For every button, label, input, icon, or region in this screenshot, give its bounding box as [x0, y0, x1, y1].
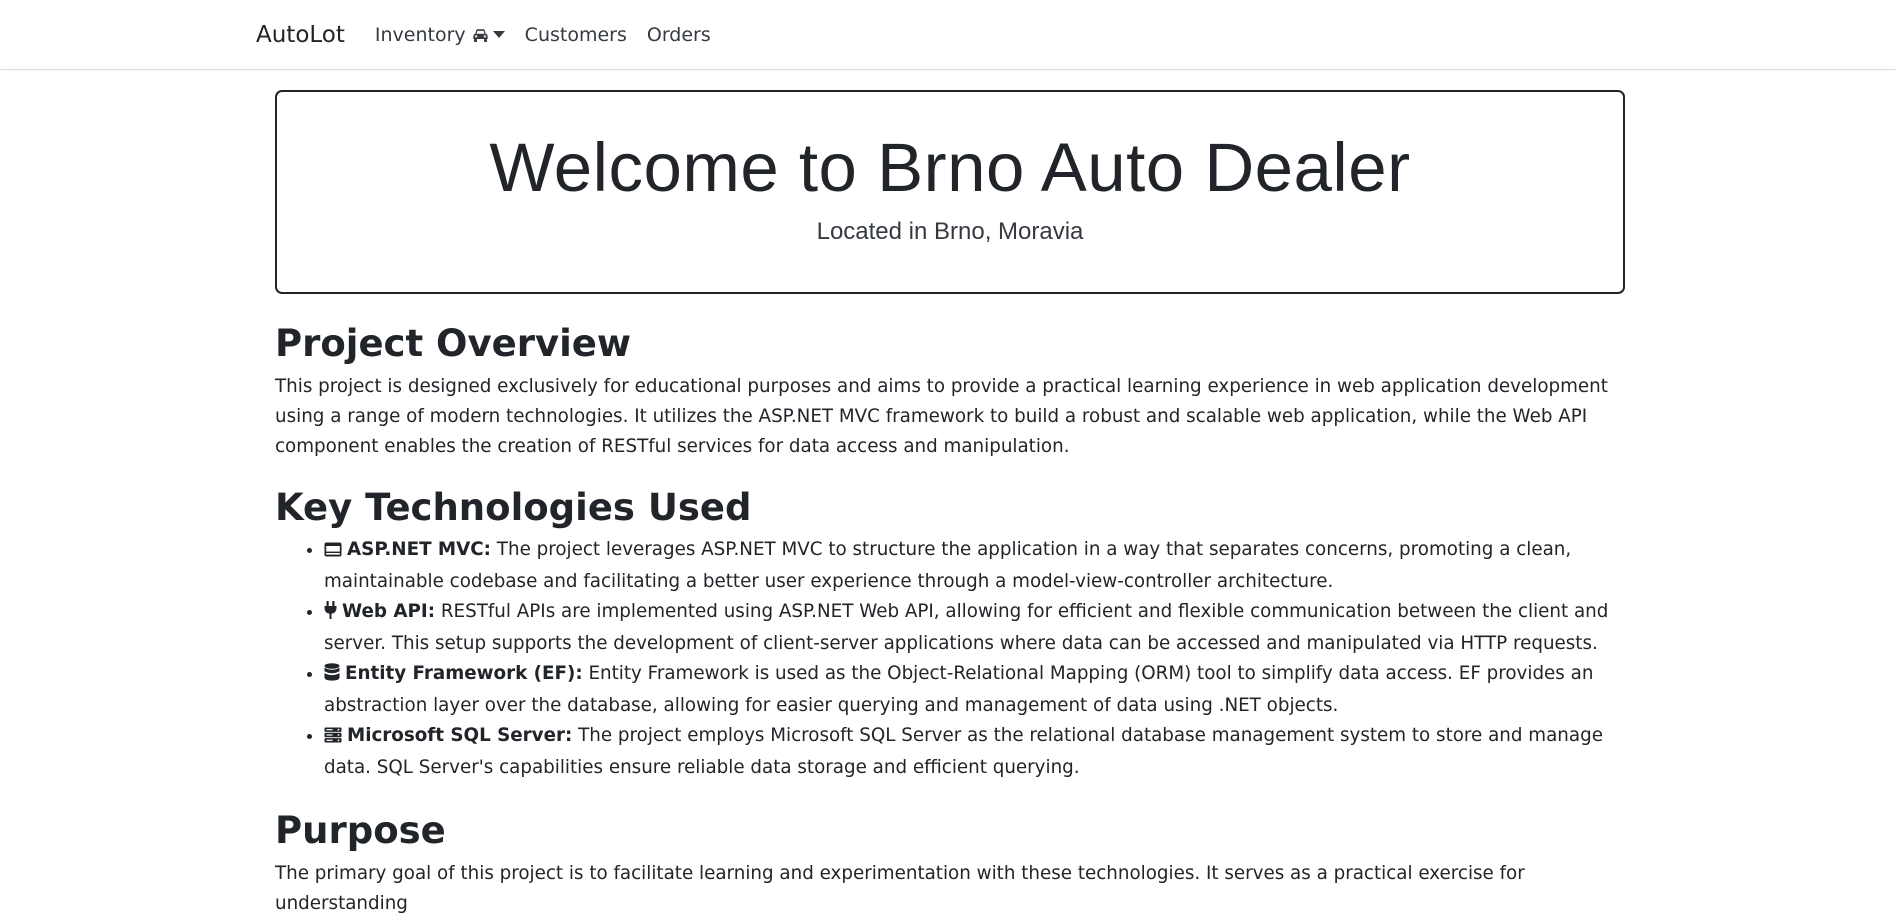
list-item-sql-server: Microsoft SQL Server: The project employ…	[324, 721, 1625, 783]
car-icon	[472, 28, 489, 43]
tech-description: The project leverages ASP.NET MVC to str…	[324, 539, 1572, 592]
plug-icon	[324, 599, 337, 629]
database-icon	[324, 661, 340, 691]
list-item-aspnet-mvc: ASP.NET MVC: The project leverages ASP.N…	[324, 535, 1625, 597]
tech-title: Entity Framework (EF):	[345, 663, 583, 684]
chevron-down-icon	[492, 30, 505, 38]
purpose-text: The primary goal of this project is to f…	[275, 863, 1525, 914]
window-icon	[324, 537, 342, 567]
hero-banner: Welcome to Brno Auto Dealer Located in B…	[275, 90, 1625, 294]
top-navbar: AutoLot Inventory Customers Orders	[0, 0, 1896, 70]
nav-item-orders[interactable]: Orders	[647, 24, 711, 46]
tech-description: RESTful APIs are implemented using ASP.N…	[324, 601, 1609, 654]
purpose-section: Purpose The primary goal of this project…	[275, 809, 1625, 919]
hero-title: Welcome to Brno Auto Dealer	[489, 129, 1411, 206]
navbar-content: AutoLot Inventory Customers Orders	[256, 0, 731, 70]
overview-text: This project is designed exclusively for…	[275, 376, 1608, 457]
main-content: Welcome to Brno Auto Dealer Located in B…	[275, 70, 1625, 919]
nav-item-inventory[interactable]: Inventory	[375, 24, 505, 46]
overview-heading: Project Overview	[275, 322, 632, 365]
nav-item-customers[interactable]: Customers	[525, 24, 627, 46]
project-overview-section: Project Overview This project is designe…	[275, 322, 1625, 462]
purpose-heading: Purpose	[275, 809, 446, 852]
list-item-entity-framework: Entity Framework (EF): Entity Framework …	[324, 659, 1625, 721]
hero-subtitle: Located in Brno, Moravia	[816, 218, 1084, 245]
tech-title: Web API:	[342, 601, 436, 622]
tech-title: Microsoft SQL Server:	[347, 725, 573, 746]
nav-item-inventory-label: Inventory	[374, 24, 466, 46]
technologies-list: ASP.NET MVC: The project leverages ASP.N…	[275, 535, 1625, 783]
technologies-section: Key Technologies Used ASP.NET MVC: The p…	[275, 486, 1625, 783]
list-item-web-api: Web API: RESTful APIs are implemented us…	[324, 597, 1625, 659]
tech-title: ASP.NET MVC:	[347, 539, 491, 560]
brand-link[interactable]: AutoLot	[256, 22, 345, 48]
server-icon	[324, 723, 342, 753]
technologies-heading: Key Technologies Used	[275, 486, 752, 529]
